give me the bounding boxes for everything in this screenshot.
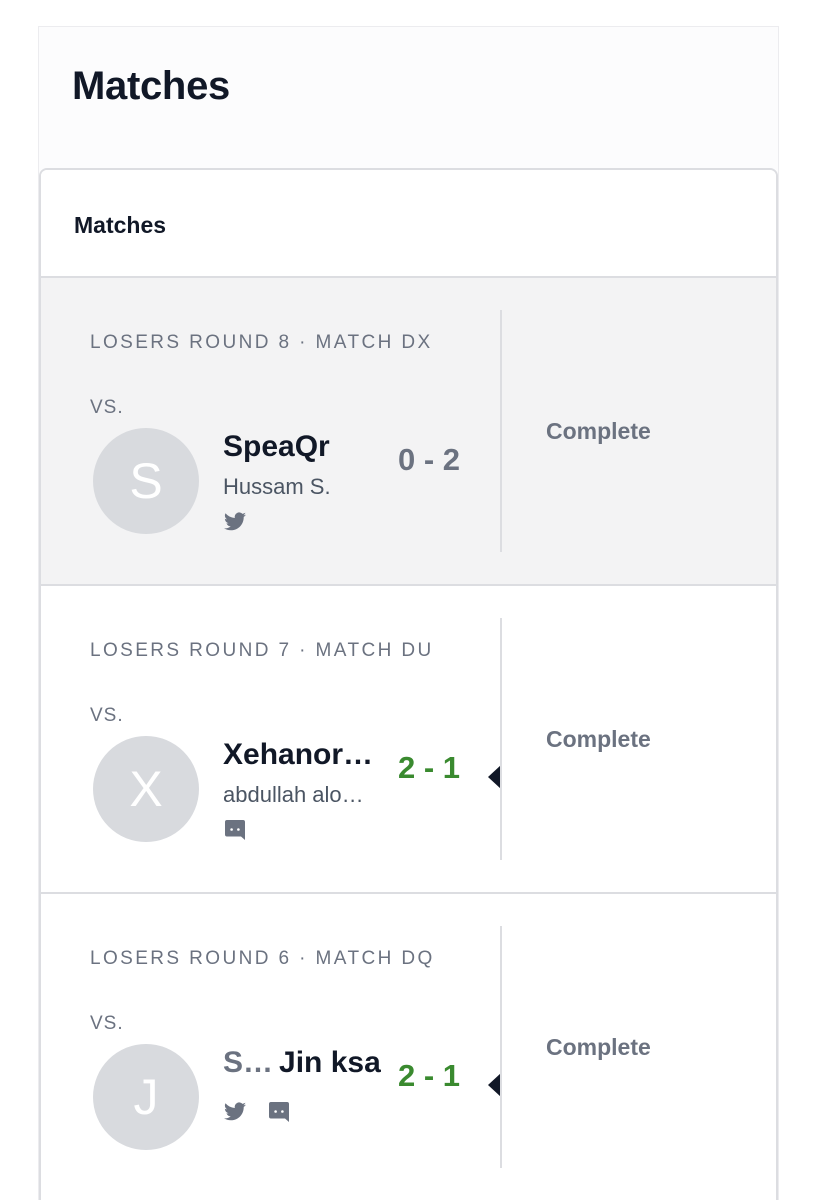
match-row[interactable]: LOSERS ROUND 8 · MATCH DX VS. S SpeaQr H… [41, 278, 776, 586]
round-label: LOSERS ROUND 6 · MATCH DQ [90, 948, 435, 969]
vs-label: VS. [90, 397, 124, 418]
player-name[interactable]: SpeaQr [223, 430, 330, 464]
discord-icon[interactable] [267, 1100, 291, 1124]
match-score: 2 - 1 [398, 1058, 461, 1093]
avatar: J [93, 1044, 199, 1150]
player-name[interactable]: S… Jin ksa [223, 1046, 381, 1080]
vs-label: VS. [90, 705, 124, 726]
player-tag: Jin ksa [279, 1046, 381, 1079]
panel-title: Matches [74, 212, 167, 238]
match-row[interactable]: LOSERS ROUND 7 · MATCH DU VS. X Xehanor…… [41, 586, 776, 894]
match-score: 2 - 1 [398, 750, 461, 785]
team-prefix: S… [223, 1046, 274, 1079]
match-score: 0 - 2 [398, 442, 461, 477]
match-status: Complete [546, 418, 651, 444]
discord-icon[interactable] [223, 818, 247, 842]
divider [500, 310, 502, 552]
social-links [223, 1100, 291, 1124]
panel-header: Matches [41, 170, 776, 278]
matches-panel: Matches LOSERS ROUND 8 · MATCH DX VS. S … [39, 168, 778, 1200]
social-links [223, 510, 247, 534]
twitter-icon[interactable] [223, 510, 247, 534]
avatar: X [93, 736, 199, 842]
player-real-name: Hussam S. [223, 474, 331, 499]
divider [500, 618, 502, 860]
avatar: S [93, 428, 199, 534]
player-real-name: abdullah alo… [223, 782, 364, 807]
round-label: LOSERS ROUND 7 · MATCH DU [90, 640, 434, 661]
player-name[interactable]: Xehanor… [223, 738, 373, 772]
vs-label: VS. [90, 1013, 124, 1034]
match-status: Complete [546, 1034, 651, 1060]
page-title: Matches [72, 64, 230, 108]
round-label: LOSERS ROUND 8 · MATCH DX [90, 332, 433, 353]
social-links [223, 818, 247, 842]
divider [500, 926, 502, 1168]
twitter-icon[interactable] [223, 1100, 247, 1124]
match-status: Complete [546, 726, 651, 752]
match-row[interactable]: LOSERS ROUND 6 · MATCH DQ VS. J S… Jin ks… [41, 894, 776, 1200]
